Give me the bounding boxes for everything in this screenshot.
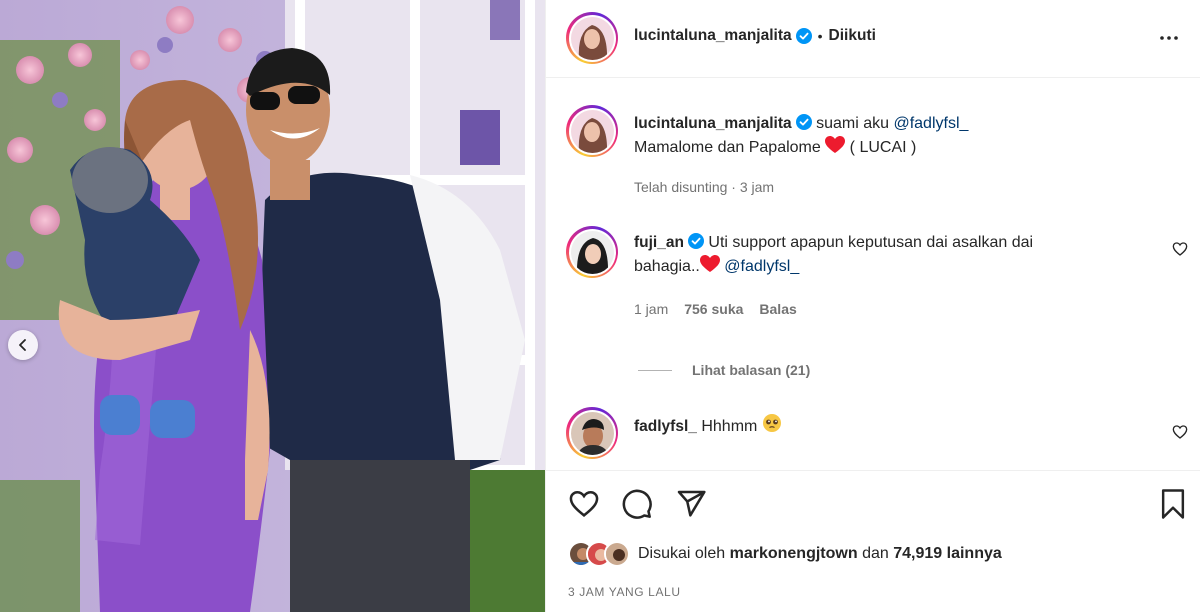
verified-icon — [687, 233, 704, 249]
carousel-prev-button[interactable] — [8, 330, 38, 360]
likes-text: Disukai oleh markonengjtown dan 74,919 l… — [638, 545, 1002, 563]
author-username[interactable]: lucintaluna_manjalita — [634, 27, 792, 45]
post-actions: Disukai oleh markonengjtown dan 74,919 l… — [546, 470, 1200, 612]
view-replies-label: Lihat balasan (21) — [692, 362, 811, 378]
commenter-avatar[interactable] — [566, 407, 618, 459]
share-icon[interactable] — [675, 488, 707, 520]
caption-text: suami aku — [816, 115, 890, 132]
reply-button[interactable]: Balas — [759, 301, 796, 317]
red-heart-emoji-icon — [825, 136, 846, 153]
comment-icon[interactable] — [621, 488, 653, 520]
likes-prefix: Disukai oleh — [638, 545, 726, 562]
caption-line-2: Mamalome dan Papalome ( LUCAI ) — [634, 136, 1174, 160]
comment-text-2: bahagia.. — [634, 258, 700, 275]
post-photo — [0, 0, 545, 612]
liker-avatar[interactable] — [604, 541, 630, 567]
comment-text: Uti support apapun keputusan dai asalkan… — [708, 234, 1034, 251]
post-header: lucintaluna_manjalita • Diikuti — [546, 0, 1200, 78]
caption-meta: Telah disunting · 3 jam — [634, 179, 775, 195]
comment-text: Hhhmm — [701, 418, 758, 435]
caption-line2-text: Mamalome dan Papalome — [634, 139, 821, 156]
view-replies-button[interactable]: Lihat balasan (21) — [638, 362, 810, 378]
comment-likes[interactable]: 756 suka — [684, 301, 743, 317]
caption-avatar[interactable] — [566, 105, 618, 157]
likes-summary: Disukai oleh markonengjtown dan 74,919 l… — [568, 541, 1002, 567]
comment-mention[interactable]: @fadlyfsl_ — [724, 258, 799, 275]
replies-line — [638, 369, 672, 371]
red-heart-emoji-icon — [699, 255, 720, 272]
comment-heart-icon[interactable] — [1172, 424, 1188, 440]
commenter-username[interactable]: fuji_an — [634, 234, 684, 251]
post-image — [0, 0, 545, 612]
caption-mention[interactable]: @fadlyfsl_ — [893, 115, 968, 132]
liker-username[interactable]: markonengjtown — [730, 545, 858, 562]
more-options-icon[interactable] — [1157, 26, 1181, 50]
likes-count[interactable]: 74,919 — [893, 545, 942, 562]
pleading-face-emoji-icon — [762, 414, 781, 432]
dot-separator: • — [817, 28, 823, 44]
comment-meta: 1 jam 756 suka Balas — [634, 301, 797, 317]
comment-heart-icon[interactable] — [1172, 241, 1188, 257]
following-button[interactable]: Diikuti — [829, 27, 876, 45]
commenter-username[interactable]: fadlyfsl_ — [634, 418, 697, 435]
comment-time: 1 jam — [634, 301, 669, 317]
verified-icon — [795, 114, 812, 130]
caption-line2-tail: ( LUCAI ) — [849, 139, 917, 156]
commenter-avatar[interactable] — [566, 226, 618, 278]
caption-line-1: lucintaluna_manjalita suami aku @fadlyfs… — [634, 112, 1174, 136]
post-timestamp[interactable]: 3 JAM YANG LALU — [568, 585, 681, 599]
likes-middle: dan — [862, 545, 889, 562]
author-avatar[interactable] — [566, 12, 618, 64]
caption-username[interactable]: lucintaluna_manjalita — [634, 115, 792, 132]
likes-suffix[interactable]: lainnya — [947, 545, 1002, 562]
chevron-left-icon — [19, 339, 26, 351]
verified-icon — [795, 28, 812, 44]
post-detail-panel: lucintaluna_manjalita • Diikuti lucintal… — [545, 0, 1200, 612]
bookmark-icon[interactable] — [1158, 488, 1188, 520]
heart-icon[interactable] — [568, 488, 600, 520]
